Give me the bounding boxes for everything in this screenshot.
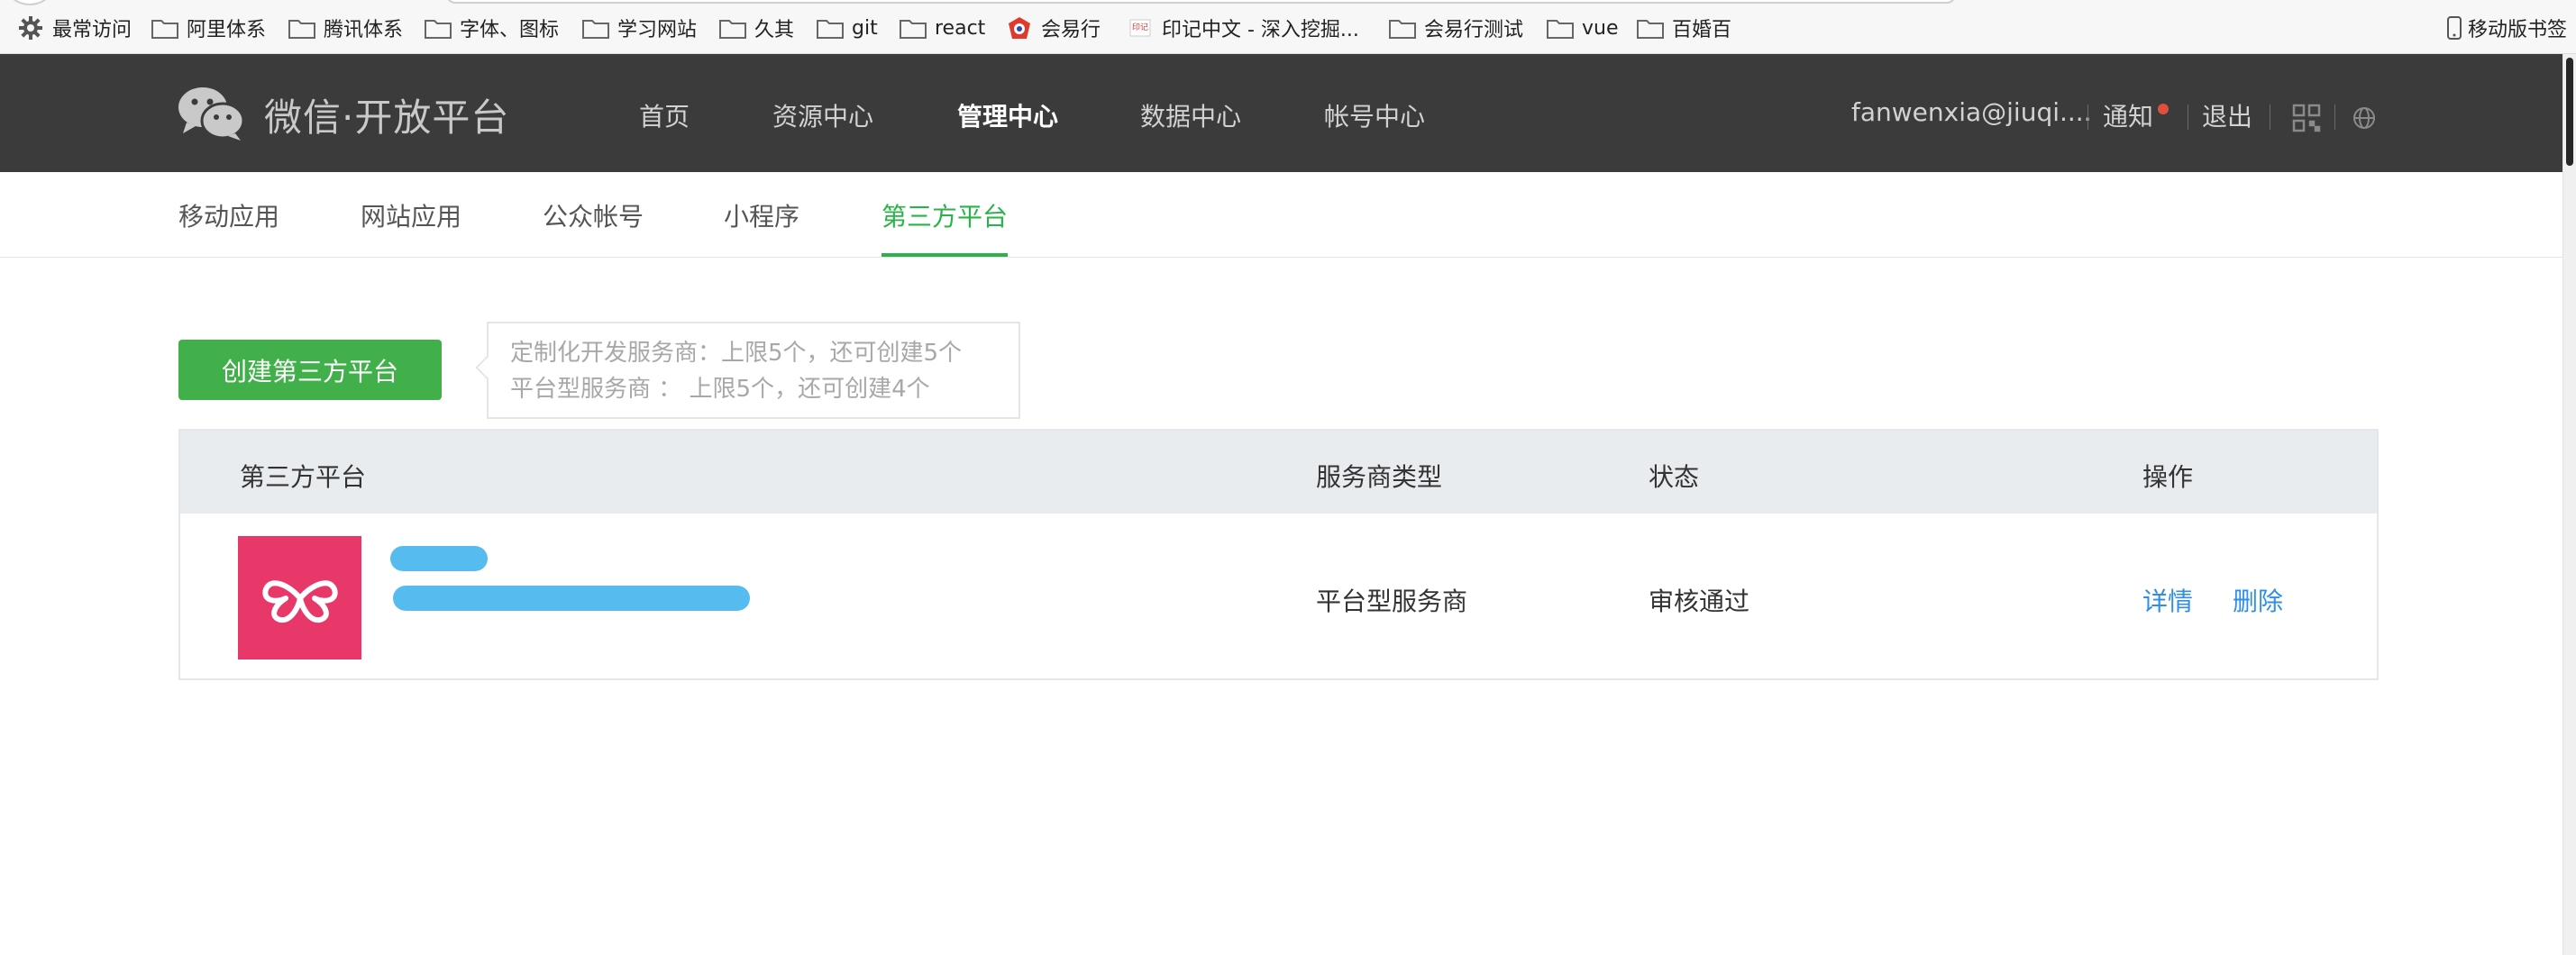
table-header: 第三方平台 服务商类型 状态 操作 [180,431,2377,514]
bookmark-label: 最常访问 [52,19,132,41]
folder-icon [151,15,179,41]
bookmark-folder-vue[interactable]: vue [1546,13,1619,43]
tab-third-party-platform[interactable]: 第三方平台 [882,197,1008,233]
browser-button-edge[interactable] [5,0,54,5]
bookmark-label: vue [1582,16,1619,40]
folder-icon [1546,15,1575,41]
bookmark-folder-learning[interactable]: 学习网站 [581,13,697,43]
mobile-phone-icon [2444,15,2464,41]
bookmark-folder-git[interactable]: git [816,13,878,43]
folder-icon [424,15,452,41]
bookmark-folder-tencent[interactable]: 腾讯体系 [288,13,403,43]
logo-text: 微信·开放平台 [264,95,510,140]
nav-home[interactable]: 首页 [639,97,690,133]
status-cell: 审核通过 [1649,587,1750,616]
logout-link[interactable]: 退出 [2202,97,2252,133]
tab-official-accounts[interactable]: 公众帐号 [543,197,644,233]
nav-data[interactable]: 数据中心 [1140,97,1241,133]
nav-resources[interactable]: 资源中心 [772,97,873,133]
address-bar-edge[interactable] [446,0,1956,4]
column-header-actions: 操作 [2142,462,2194,492]
quota-tooltip: 定制化开发服务商：上限5个，还可创建5个 平台型服务商 ： 上限5个，还可创建4… [475,322,1020,419]
tab-mini-programs[interactable]: 小程序 [724,197,799,233]
top-navigation: 微信·开放平台 首页 资源中心 管理中心 数据中心 帐号中心 fanwenxia… [0,54,2562,172]
tab-website-apps[interactable]: 网站应用 [361,197,461,233]
folder-icon [718,15,747,41]
folder-icon [1388,15,1417,41]
bookmark-most-visited[interactable]: 最常访问 [16,13,132,43]
folder-icon [899,15,927,41]
gear-icon [16,15,45,41]
redacted-platform-description [393,586,750,611]
bookmark-folder-huiyixing-test[interactable]: 会易行测试 [1388,13,1523,43]
folder-icon [581,15,610,41]
bookmark-label: 百婚百 [1672,19,1732,41]
bookmark-label: 字体、图标 [460,19,560,41]
wechat-open-platform-logo[interactable]: 微信·开放平台 [178,85,509,144]
notify-link[interactable]: 通知 [2103,97,2153,133]
tooltip-arrow [475,356,498,379]
bookmark-label: 印记中文 - 深入挖掘... [1162,19,1359,41]
qrcode-icon[interactable] [2292,104,2321,136]
bookmarks-bar: 最常访问 阿里体系 腾讯体系 字体、图标 学习网站 久其 git react 会… [0,0,2576,54]
bookmark-label: react [935,16,986,40]
bookmark-folder-fonts-icons[interactable]: 字体、图标 [424,13,559,43]
vertical-scrollbar[interactable] [2562,54,2576,955]
account-email[interactable]: fanwenxia@jiuqi.... [1851,97,2092,127]
provider-type-cell: 平台型服务商 [1316,587,1468,616]
quota-custom-dev: 定制化开发服务商：上限5个，还可创建5个 [510,340,963,367]
wechat-logo-icon [178,85,245,144]
redacted-platform-name [390,546,488,571]
quota-platform-type: 平台型服务商 ： 上限5个，还可创建4个 [510,376,930,403]
delete-link[interactable]: 删除 [2233,582,2283,618]
active-tab-indicator [882,253,1008,257]
column-header-platform: 第三方平台 [240,462,367,492]
bookmark-yinji-chinese[interactable]: 印记 印记中文 - 深入挖掘... [1126,13,1359,43]
bookmark-label: 会易行测试 [1424,19,1524,41]
globe-language-icon[interactable] [2352,106,2376,133]
folder-icon [1636,15,1665,41]
bookmark-huiyixing[interactable]: 会易行 [1005,13,1101,43]
create-third-party-platform-button[interactable]: 创建第三方平台 [178,340,442,400]
site-favicon-icon: 印记 [1126,15,1155,41]
nav-management[interactable]: 管理中心 [957,97,1058,133]
details-link[interactable]: 详情 [2142,582,2193,618]
svg-text:印记: 印记 [1132,22,1148,32]
nav-account[interactable]: 帐号中心 [1324,97,1425,133]
scrollbar-thumb[interactable] [2566,58,2573,166]
divider [2087,105,2088,130]
column-header-provider-type: 服务商类型 [1316,462,1443,492]
folder-icon [288,15,316,41]
app-logo-icon [238,536,361,659]
mobile-bookmarks-label: 移动版书签 [2468,19,2568,41]
mobile-bookmarks[interactable]: 移动版书签 [2444,13,2567,43]
bookmark-folder-ali[interactable]: 阿里体系 [151,13,266,43]
tab-mobile-apps[interactable]: 移动应用 [178,197,279,233]
platform-table: 第三方平台 服务商类型 状态 操作 平台型服务商 审核通过 详情 删除 [178,429,2379,680]
notification-dot [2158,104,2169,114]
bookmark-label: 学习网站 [617,19,698,41]
column-header-status: 状态 [1649,462,1700,492]
divider [2334,105,2335,130]
bookmark-label: git [852,16,878,40]
bookmark-label: 腾讯体系 [324,19,404,41]
bookmark-folder-baihunbai[interactable]: 百婚百 [1636,13,1731,43]
site-favicon-icon [1005,15,1034,41]
bookmark-folder-jiuqi[interactable]: 久其 [718,13,794,43]
bookmark-folder-react[interactable]: react [899,13,985,43]
bookmark-label: 阿里体系 [187,19,267,41]
bookmark-label: 久其 [754,19,795,41]
folder-icon [816,15,845,41]
category-tabs: 移动应用 网站应用 公众帐号 小程序 第三方平台 [0,172,2562,258]
bookmark-label: 会易行 [1041,19,1101,41]
